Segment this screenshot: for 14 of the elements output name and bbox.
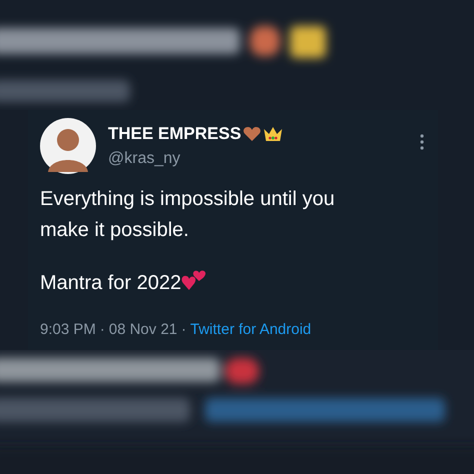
hearts-icon — [181, 269, 208, 291]
separator-dot: · — [181, 321, 186, 338]
tweet-time: 9:03 PM — [40, 321, 96, 338]
source-link[interactable]: Twitter for Android — [190, 321, 312, 338]
user-handle: @kras_ny — [108, 150, 182, 168]
heart-icon — [243, 126, 262, 142]
tweet-text: Mantra for 2022 — [40, 272, 182, 294]
crown-icon — [263, 126, 284, 142]
avatar-icon — [40, 118, 96, 174]
more-icon[interactable] — [420, 134, 424, 150]
display-name: THEE EMPRESS — [108, 124, 242, 144]
separator-dot: · — [100, 321, 105, 338]
tweet-date: 08 Nov 21 — [108, 321, 178, 338]
tweet-text: Everything is impossible until you make it possible. — [40, 188, 335, 241]
